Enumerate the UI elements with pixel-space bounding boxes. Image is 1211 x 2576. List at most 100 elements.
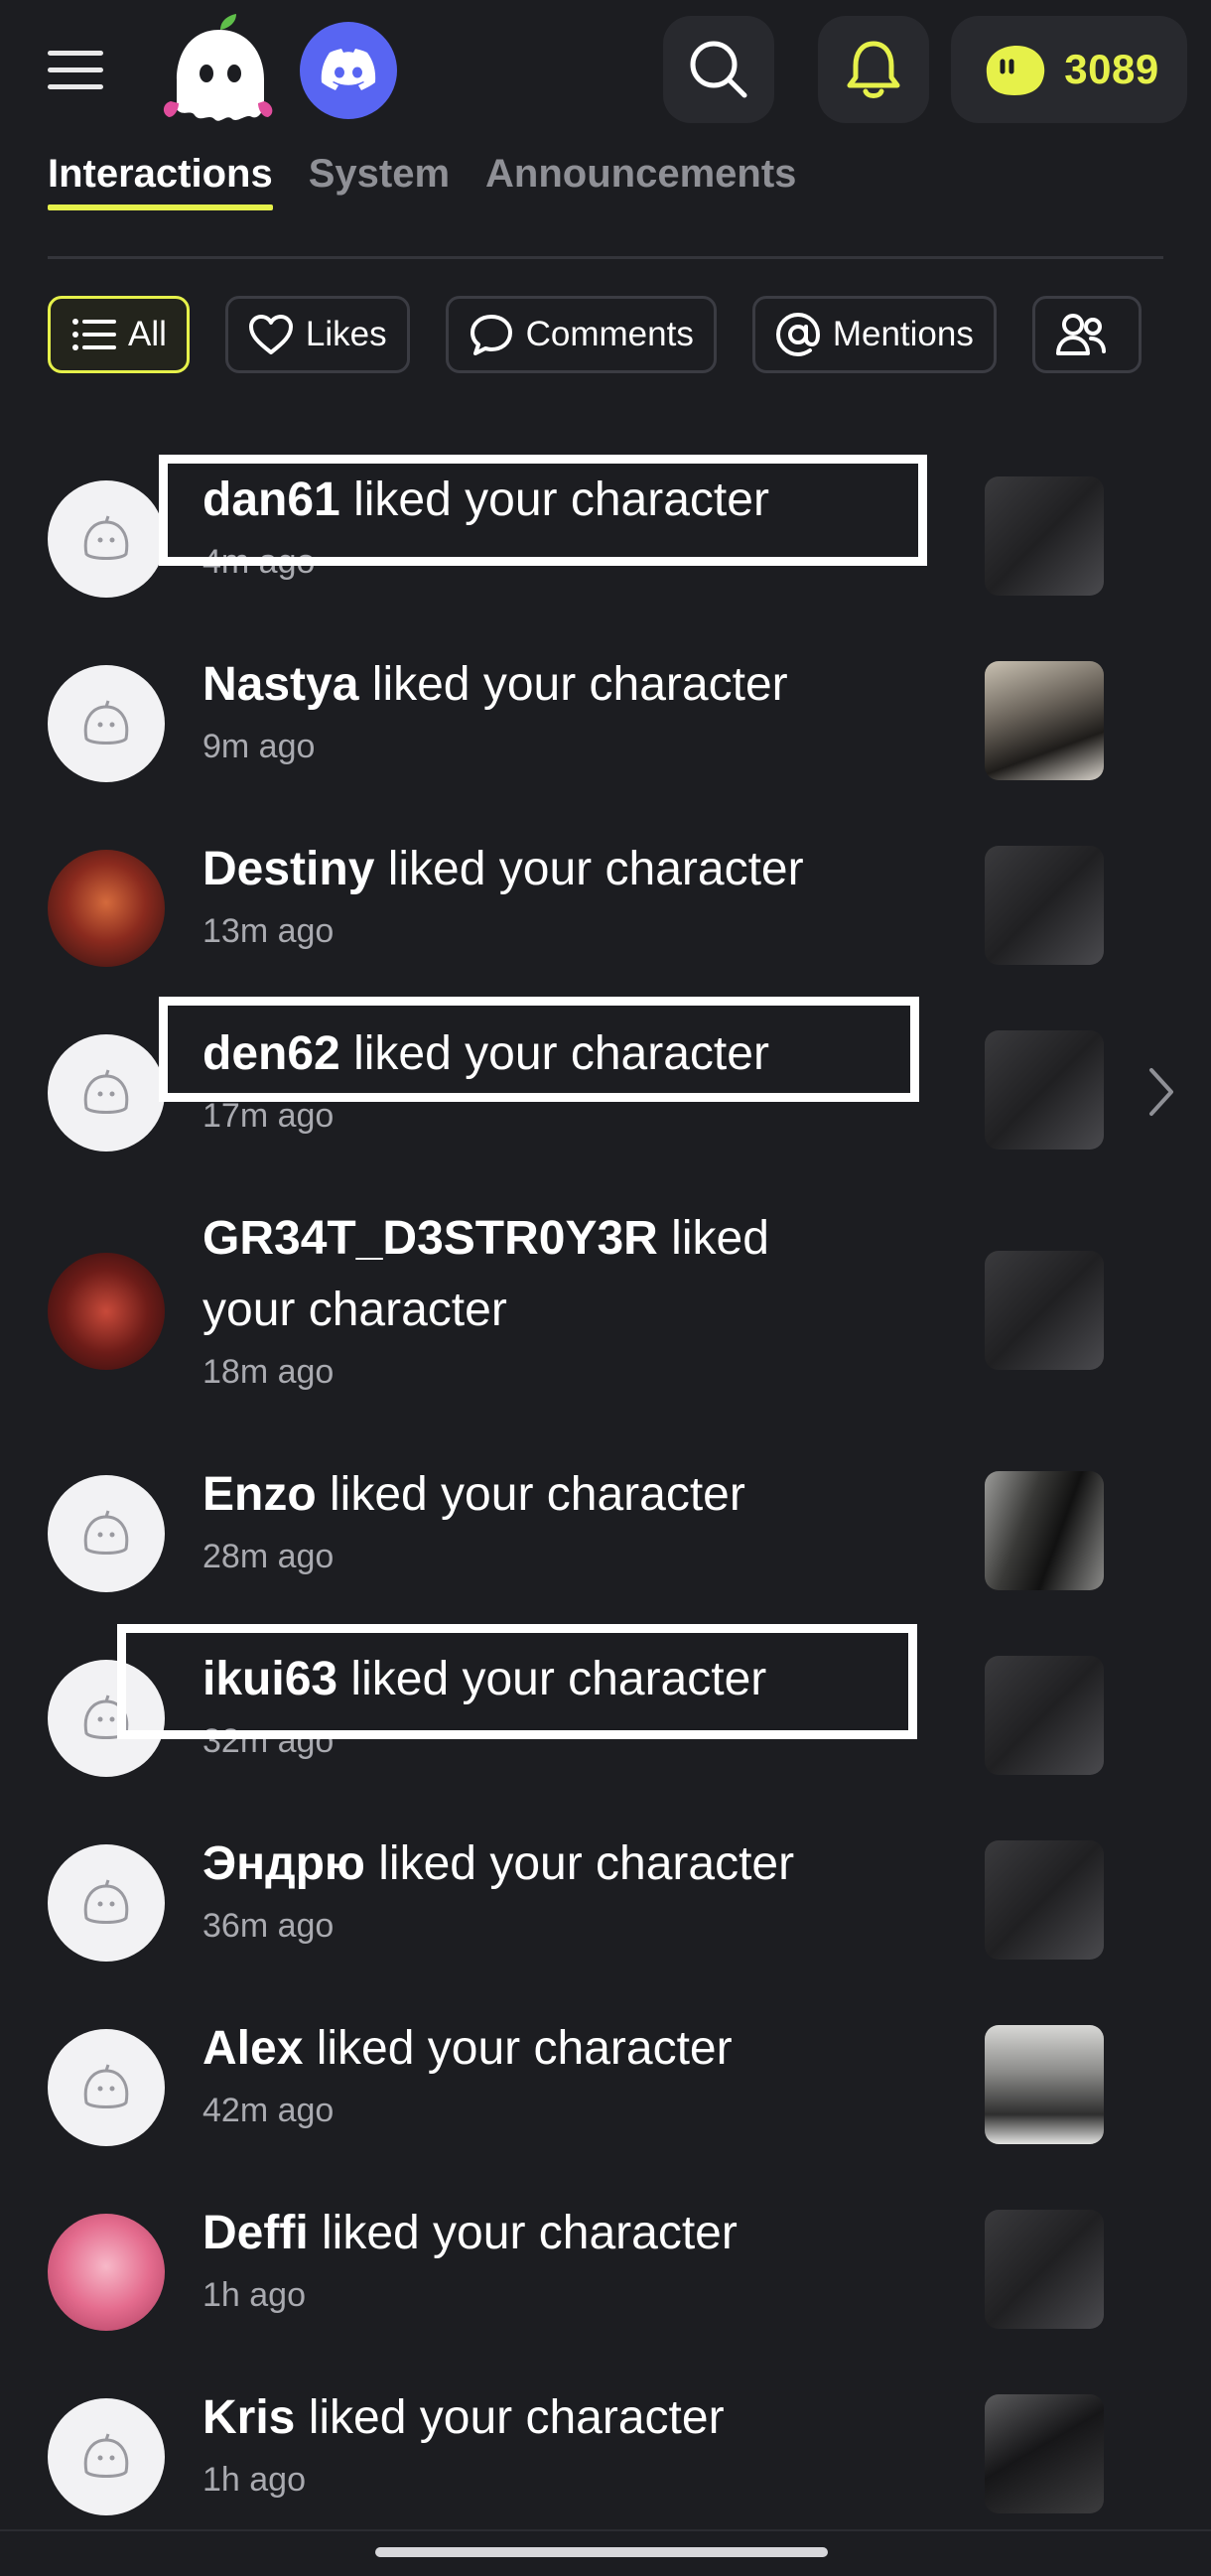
action-text: liked your character: [295, 2391, 725, 2444]
notifications-button[interactable]: [818, 16, 929, 123]
avatar[interactable]: [48, 480, 165, 598]
username[interactable]: den62: [202, 1027, 340, 1080]
character-thumbnail[interactable]: [985, 1656, 1104, 1775]
notification-message: Nastya liked your character: [202, 649, 838, 721]
filter-comments[interactable]: Comments: [445, 296, 717, 373]
filter-comments-label: Comments: [525, 315, 694, 353]
character-thumbnail[interactable]: [985, 2210, 1104, 2329]
character-thumbnail[interactable]: [985, 476, 1104, 596]
users-icon: [1055, 314, 1106, 355]
avatar[interactable]: [48, 850, 165, 967]
notification-text: GR34T_D3STR0Y3R liked your character 18m…: [202, 1203, 838, 1394]
timestamp: 9m ago: [202, 728, 316, 765]
avatar[interactable]: [48, 1253, 165, 1370]
hamburger-menu-icon[interactable]: [48, 38, 119, 101]
username[interactable]: Эндрю: [202, 1837, 365, 1890]
search-button[interactable]: [663, 16, 774, 123]
username[interactable]: Enzo: [202, 1468, 317, 1521]
default-avatar-icon: [83, 2433, 129, 2478]
home-indicator[interactable]: [375, 2547, 828, 2557]
filter-all[interactable]: All: [48, 296, 190, 373]
notification-message: GR34T_D3STR0Y3R liked your character: [202, 1203, 838, 1346]
default-avatar-icon: [83, 1510, 129, 1555]
notification-text: Destiny liked your character 13m ago: [202, 834, 838, 953]
timestamp: 28m ago: [202, 1538, 335, 1575]
tab-system[interactable]: System: [309, 147, 450, 212]
notification-text: Эндрю liked your character 36m ago: [202, 1829, 838, 1948]
tab-bar: Interactions System Announcements: [48, 147, 796, 212]
notification-text: den62 liked your character 17m ago: [202, 1018, 838, 1138]
action-text: liked your character: [339, 1027, 769, 1080]
avatar[interactable]: [48, 1475, 165, 1592]
default-avatar-icon: [83, 1879, 129, 1924]
character-thumbnail[interactable]: [985, 1840, 1104, 1960]
action-text: liked your character: [358, 658, 788, 711]
avatar[interactable]: [48, 2214, 165, 2331]
notification-message: dan61 liked your character: [202, 465, 838, 536]
username[interactable]: ikui63: [202, 1653, 337, 1705]
timestamp: 1h ago: [202, 2461, 306, 2499]
character-thumbnail[interactable]: [985, 661, 1104, 780]
notification-message: Enzo liked your character: [202, 1459, 838, 1531]
character-thumbnail[interactable]: [985, 1251, 1104, 1370]
at-icon: [775, 312, 820, 357]
username[interactable]: Deffi: [202, 2207, 322, 2259]
default-avatar-icon: [83, 1069, 129, 1114]
character-thumbnail[interactable]: [985, 1471, 1104, 1590]
notification-message: Alex liked your character: [202, 2013, 838, 2085]
filter-mentions-label: Mentions: [832, 315, 974, 353]
character-thumbnail[interactable]: [985, 2025, 1104, 2144]
character-thumbnail[interactable]: [985, 846, 1104, 965]
avatar[interactable]: [48, 1844, 165, 1962]
tabs-divider: [48, 256, 1163, 259]
tab-announcements[interactable]: Announcements: [485, 147, 796, 212]
ghost-logo-icon[interactable]: [157, 14, 282, 125]
heart-icon: [248, 315, 293, 354]
chevron-right-icon[interactable]: [1142, 1062, 1181, 1122]
notification-text: Kris liked your character 1h ago: [202, 2382, 838, 2502]
filter-likes-label: Likes: [305, 315, 387, 353]
notification-message: den62 liked your character: [202, 1018, 838, 1090]
username[interactable]: Nastya: [202, 658, 358, 711]
action-text: liked your character: [303, 2022, 733, 2075]
notification-text: Enzo liked your character 28m ago: [202, 1459, 838, 1578]
filter-chips: All Likes Comments Mentions: [48, 296, 1163, 373]
notification-text: Alex liked your character 42m ago: [202, 2013, 838, 2132]
avatar[interactable]: [48, 2029, 165, 2146]
filter-mentions[interactable]: Mentions: [751, 296, 997, 373]
notification-text: dan61 liked your character 4m ago: [202, 465, 838, 584]
avatar[interactable]: [48, 1034, 165, 1152]
timestamp: 36m ago: [202, 1907, 335, 1945]
timestamp: 42m ago: [202, 2092, 335, 2129]
timestamp: 18m ago: [202, 1353, 335, 1391]
avatar[interactable]: [48, 1660, 165, 1777]
coins-button[interactable]: 3089: [951, 16, 1187, 123]
action-text: liked your character: [364, 1837, 795, 1890]
discord-button[interactable]: [300, 22, 397, 119]
discord-icon: [321, 49, 376, 90]
coin-blob-icon: [987, 46, 1045, 95]
username[interactable]: GR34T_D3STR0Y3R: [202, 1212, 658, 1265]
notification-text: ikui63 liked your character 32m ago: [202, 1644, 838, 1763]
notification-message: Deffi liked your character: [202, 2198, 838, 2269]
notification-message: ikui63 liked your character: [202, 1644, 838, 1715]
username[interactable]: Kris: [202, 2391, 295, 2444]
action-text: liked your character: [374, 843, 804, 895]
default-avatar-icon: [83, 1695, 129, 1739]
default-avatar-icon: [83, 700, 129, 745]
timestamp: 1h ago: [202, 2276, 306, 2314]
character-thumbnail[interactable]: [985, 1030, 1104, 1150]
notification-message: Kris liked your character: [202, 2382, 838, 2454]
avatar[interactable]: [48, 665, 165, 782]
username[interactable]: Alex: [202, 2022, 303, 2075]
timestamp: 4m ago: [202, 543, 316, 581]
notification-message: Эндрю liked your character: [202, 1829, 838, 1900]
avatar[interactable]: [48, 2398, 165, 2515]
username[interactable]: Destiny: [202, 843, 374, 895]
filter-likes[interactable]: Likes: [224, 296, 410, 373]
tab-interactions[interactable]: Interactions: [48, 147, 273, 212]
character-thumbnail[interactable]: [985, 2394, 1104, 2513]
filter-following[interactable]: [1031, 296, 1142, 373]
username[interactable]: dan61: [202, 474, 340, 526]
action-text: liked your character: [322, 2207, 738, 2259]
